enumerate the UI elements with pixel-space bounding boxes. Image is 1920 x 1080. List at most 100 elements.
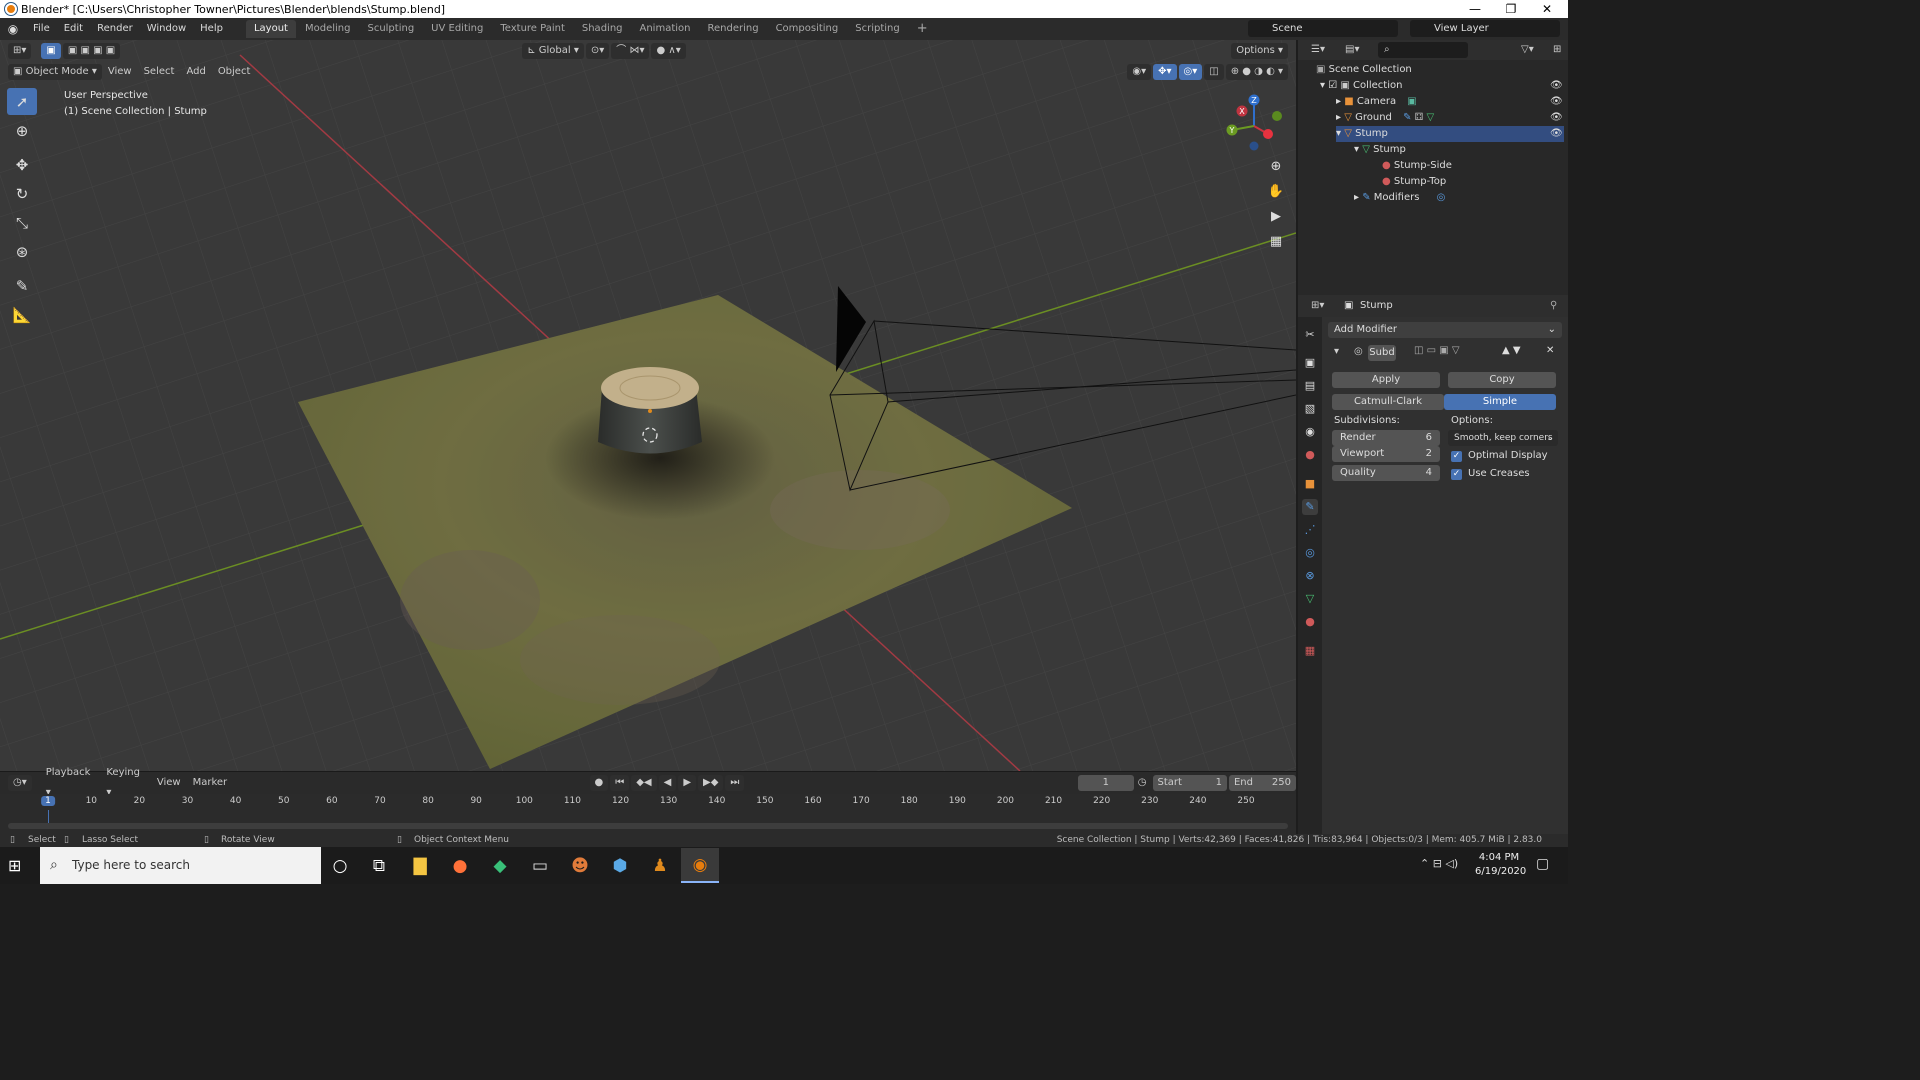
timeline-scrollbar[interactable] — [8, 823, 1288, 829]
tab-uv-editing[interactable]: UV Editing — [423, 20, 491, 38]
object-tab-icon[interactable]: ■ — [1302, 476, 1318, 492]
scene-selector[interactable]: Scene — [1248, 20, 1398, 37]
tab-texture-paint[interactable]: Texture Paint — [492, 20, 573, 38]
current-frame-field[interactable]: 1 — [1077, 775, 1134, 791]
texture-tab-icon[interactable]: ▦ — [1302, 643, 1318, 659]
taskbar-clock[interactable]: 4:04 PM 6/19/2020 — [1475, 851, 1526, 879]
tool-tab-icon[interactable]: ✂ — [1302, 327, 1318, 343]
visibility-icon[interactable]: ◉▾ — [1127, 64, 1152, 80]
outliner-search-input[interactable]: ⌕ — [1378, 42, 1468, 58]
ground-modifier-icon[interactable]: ✎ — [1403, 112, 1411, 123]
jump-end-icon[interactable]: ⏭ — [725, 775, 745, 791]
move-tool-icon[interactable]: ✥ — [7, 151, 37, 178]
outliner-item-ground[interactable]: ▸ ▽ Ground ✎ ⚃ ▽ — [1336, 110, 1434, 126]
modifier-remove-icon[interactable]: ✕ — [1546, 345, 1554, 356]
end-frame-field[interactable]: End 250 — [1228, 775, 1296, 791]
terminal-icon[interactable]: ▭ — [521, 848, 559, 883]
outliner-item-stump-mesh[interactable]: ▾ ▽ Stump — [1354, 142, 1406, 158]
use-creases-checkbox[interactable]: ✓ — [1451, 469, 1462, 480]
display-mode-icon[interactable]: ▤▾ — [1340, 42, 1365, 58]
camera-data-icon[interactable]: ▣ — [1407, 96, 1416, 107]
copy-button[interactable]: Copy — [1448, 372, 1556, 388]
tray-icons[interactable]: ⌃ ⊟ ◁) — [1420, 857, 1458, 870]
git-app-icon[interactable]: ◆ — [481, 848, 519, 883]
viewport-menu-select[interactable]: Select — [138, 62, 181, 82]
menu-window[interactable]: Window — [140, 18, 193, 40]
menu-help[interactable]: Help — [193, 18, 230, 40]
modifier-name-field[interactable]: Subd — [1368, 345, 1396, 361]
world-tab-icon[interactable]: ● — [1302, 447, 1318, 463]
gizmo-toggle-icon[interactable]: ✥▾ — [1153, 64, 1177, 80]
tab-shading[interactable]: Shading — [574, 20, 631, 38]
jump-start-icon[interactable]: ⏮ — [610, 775, 630, 791]
prev-keyframe-icon[interactable]: ◆◀ — [631, 775, 657, 791]
viewport-menu-add[interactable]: Add — [180, 62, 211, 82]
modifier-move-icons[interactable]: ▲ ▼ — [1502, 345, 1521, 356]
task-view-icon[interactable]: ⧉ — [360, 848, 398, 883]
outliner-item-collection[interactable]: ▾ ☑ ▣ Collection — [1320, 78, 1402, 94]
view-layer-selector[interactable]: View Layer — [1410, 20, 1560, 37]
add-workspace-button[interactable]: + — [909, 20, 936, 38]
menu-file[interactable]: File — [26, 18, 57, 40]
close-window-button[interactable]: ✕ — [1529, 0, 1565, 18]
collection-checkbox-icon[interactable]: ☑ — [1328, 80, 1337, 91]
ground-eye-icon[interactable]: 👁 — [1550, 112, 1563, 123]
viewport-menu-view[interactable]: View — [102, 62, 138, 82]
ortho-grid-icon[interactable]: ▦ — [1265, 231, 1287, 253]
optimal-display-checkbox[interactable]: ✓ — [1451, 451, 1462, 462]
minimize-button[interactable]: — — [1457, 0, 1493, 18]
frame-ruler[interactable]: 1 10 20 30 40 50 60 70 80 90 100 110 120 130 140 150 160… — [0, 794, 1296, 810]
outliner-item-camera[interactable]: ▸ ■ Camera ▣ — [1336, 94, 1417, 110]
camera-view-icon[interactable]: ▶ — [1265, 206, 1287, 228]
snap-icon[interactable]: ⌒ ⋈▾ — [611, 42, 650, 59]
3d-viewport[interactable] — [0, 40, 1296, 771]
pin-icon[interactable]: ⚲ — [1550, 298, 1557, 314]
tab-scripting[interactable]: Scripting — [847, 20, 907, 38]
menu-edit[interactable]: Edit — [57, 18, 90, 40]
proportional-edit-icon[interactable]: ● ∧▾ — [651, 42, 686, 59]
next-keyframe-icon[interactable]: ▶◆ — [698, 775, 724, 791]
pan-hand-icon[interactable]: ✋ — [1265, 181, 1287, 203]
timeline-editor-type-icon[interactable]: ◷▾ — [8, 775, 32, 791]
simple-button[interactable]: Simple — [1444, 394, 1556, 410]
timeline-menu-marker[interactable]: Marker — [187, 773, 234, 793]
modifier-tab-icon[interactable]: ✎ — [1302, 499, 1318, 515]
collapse-chevron-icon[interactable]: ▾ — [1334, 346, 1339, 357]
catmull-clark-button[interactable]: Catmull-Clark — [1332, 394, 1444, 410]
zoom-icon[interactable]: ⊕ — [1265, 156, 1287, 178]
ground-mesh-icon[interactable]: ▽ — [1427, 112, 1435, 123]
blender-taskbar-icon[interactable]: ◉ — [681, 848, 719, 883]
tab-modeling[interactable]: Modeling — [297, 20, 359, 38]
view-layer-tab-icon[interactable]: ▧ — [1302, 401, 1318, 417]
quality-field[interactable]: Quality 4 — [1332, 465, 1440, 481]
taskbar-search-box[interactable]: ⌕ Type here to search — [40, 847, 321, 884]
record-icon[interactable]: ● — [589, 775, 609, 791]
physics-tab-icon[interactable]: ◎ — [1302, 545, 1318, 561]
outliner-item-stump[interactable]: ▾ ▽ Stump — [1336, 126, 1564, 142]
menu-render[interactable]: Render — [90, 18, 140, 40]
render-tab-icon[interactable]: ▣ — [1302, 355, 1318, 371]
measure-tool-icon[interactable]: 📐 — [7, 301, 37, 328]
modifier-render-toggle-icon[interactable]: ◫ ▭ ▣ ▽ — [1414, 345, 1460, 356]
material-tab-icon[interactable]: ● — [1302, 614, 1318, 630]
output-tab-icon[interactable]: ▤ — [1302, 378, 1318, 394]
editor-type-icon[interactable]: ⊞▾ — [8, 42, 32, 59]
viewport-levels-field[interactable]: Viewport 2 — [1332, 446, 1440, 462]
xray-icon[interactable]: ◫ — [1204, 64, 1224, 80]
stump-eye-icon[interactable]: 👁 — [1550, 128, 1563, 139]
cursor-tool-icon[interactable]: ⊕ — [7, 117, 37, 144]
maximize-button[interactable]: ❐ — [1493, 0, 1529, 18]
tab-compositing[interactable]: Compositing — [768, 20, 847, 38]
tab-sculpting[interactable]: Sculpting — [359, 20, 422, 38]
viewport-menu-object[interactable]: Object — [212, 62, 257, 82]
transform-tool-icon[interactable]: ⊛ — [7, 238, 37, 265]
selection-mode-icons[interactable]: ▣ ▣ ▣ ▣ — [62, 42, 121, 59]
add-modifier-dropdown[interactable]: Add Modifier ⌄ — [1328, 322, 1562, 338]
constraints-tab-icon[interactable]: ⊗ — [1302, 568, 1318, 584]
select-box-mode-icon[interactable]: ▣ — [41, 42, 61, 59]
transform-orientation-dropdown[interactable]: ⊾ Global ▾ — [522, 42, 584, 59]
cortana-icon[interactable]: ○ — [321, 848, 359, 883]
navigation-gizmo[interactable]: Z Y X — [1220, 92, 1288, 160]
options-dropdown[interactable]: Options ▾ — [1231, 42, 1288, 59]
shading-mode-icons[interactable]: ⊕ ● ◑ ◐ ▾ — [1225, 64, 1288, 80]
